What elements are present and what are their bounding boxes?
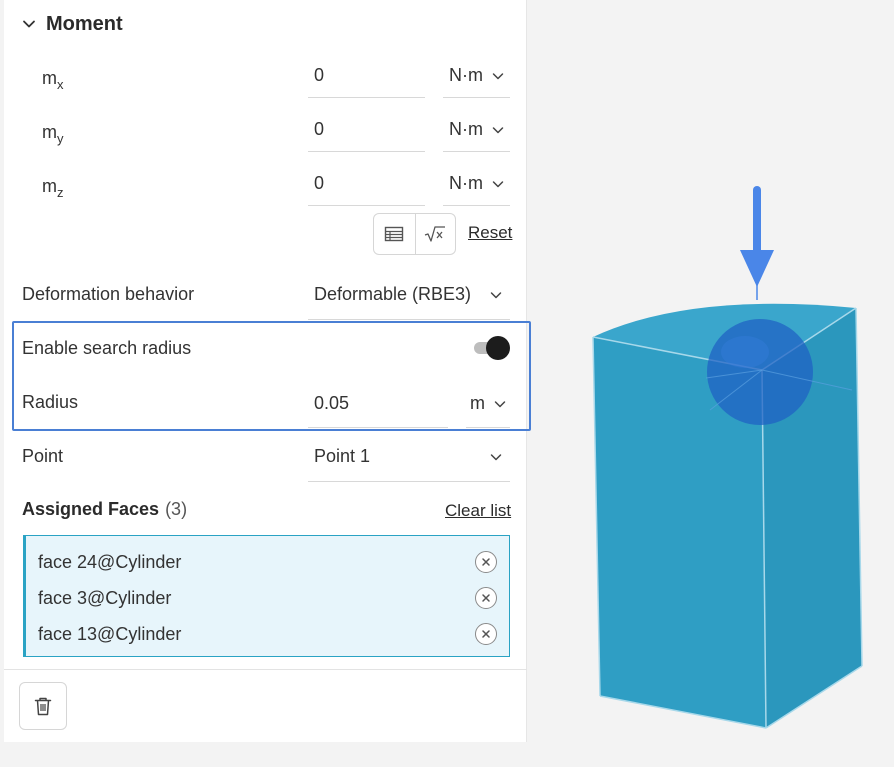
chevron-down-icon — [492, 72, 504, 79]
radius-label: Radius — [22, 392, 79, 412]
moment-section-header[interactable]: Moment — [22, 10, 123, 38]
moment-x-label: mx — [42, 68, 64, 92]
moment-tools — [373, 213, 456, 255]
point-label: Point — [22, 446, 64, 466]
chevron-down-icon — [490, 291, 502, 298]
deformation-select[interactable]: Deformable (RBE3) — [308, 270, 510, 320]
moment-y-input[interactable] — [308, 108, 425, 152]
deformation-row: Deformation behavior Deformable (RBE3) — [4, 270, 527, 324]
moment-x-row: mx N·m — [4, 54, 527, 108]
point-select[interactable]: Point 1 — [308, 432, 510, 482]
moment-z-label: mz — [42, 176, 64, 200]
remove-face-button[interactable] — [475, 551, 497, 573]
trash-icon — [34, 697, 52, 716]
moment-title: Moment — [46, 12, 123, 35]
search-radius-label: Enable search radius — [22, 338, 192, 358]
force-arrow — [740, 186, 774, 300]
moment-z-unit-select[interactable]: N·m — [443, 162, 510, 206]
footer-divider — [4, 669, 527, 670]
formula-icon — [425, 226, 446, 242]
clear-list-button[interactable]: Clear list — [445, 501, 511, 521]
moment-y-row: my N·m — [4, 108, 527, 162]
moment-y-unit-select[interactable]: N·m — [443, 108, 510, 152]
3d-viewport[interactable] — [528, 0, 894, 767]
close-icon — [482, 558, 490, 566]
moment-x-unit-select[interactable]: N·m — [443, 54, 510, 98]
list-item[interactable]: face 13@Cylinder — [26, 616, 509, 652]
chevron-down-icon — [490, 453, 502, 460]
moment-z-input[interactable] — [308, 162, 425, 206]
chevron-down-icon — [22, 17, 36, 31]
table-input-button[interactable] — [374, 214, 415, 254]
moment-x-input[interactable] — [308, 54, 425, 98]
cylinder-model[interactable] — [528, 0, 894, 767]
formula-input-button[interactable] — [414, 214, 456, 254]
close-icon — [482, 630, 490, 638]
remove-face-button[interactable] — [475, 623, 497, 645]
moment-z-row: mz N·m — [4, 162, 527, 216]
search-radius-toggle[interactable] — [470, 335, 512, 361]
list-item[interactable]: face 24@Cylinder — [26, 544, 509, 580]
point-row: Point Point 1 — [4, 432, 527, 486]
close-icon — [482, 594, 490, 602]
assigned-faces-list: face 24@Cylinder face 3@Cylinder face 13… — [23, 535, 510, 657]
chevron-down-icon — [492, 126, 504, 133]
delete-button[interactable] — [19, 682, 67, 730]
assigned-faces-title: Assigned Faces (3) — [22, 499, 188, 519]
deformation-label: Deformation behavior — [22, 284, 195, 304]
list-item[interactable]: face 3@Cylinder — [26, 580, 509, 616]
radius-input[interactable] — [308, 380, 448, 428]
moment-y-label: my — [42, 122, 64, 146]
remove-face-button[interactable] — [475, 587, 497, 609]
radius-unit-select[interactable]: m — [466, 380, 510, 428]
chevron-down-icon — [492, 180, 504, 187]
chevron-down-icon — [494, 400, 506, 407]
table-icon — [385, 226, 404, 242]
properties-panel: Moment mx N·m my N·m mz N·m — [4, 0, 531, 742]
assigned-faces-count: (3) — [165, 499, 188, 519]
reset-button[interactable]: Reset — [468, 223, 512, 243]
